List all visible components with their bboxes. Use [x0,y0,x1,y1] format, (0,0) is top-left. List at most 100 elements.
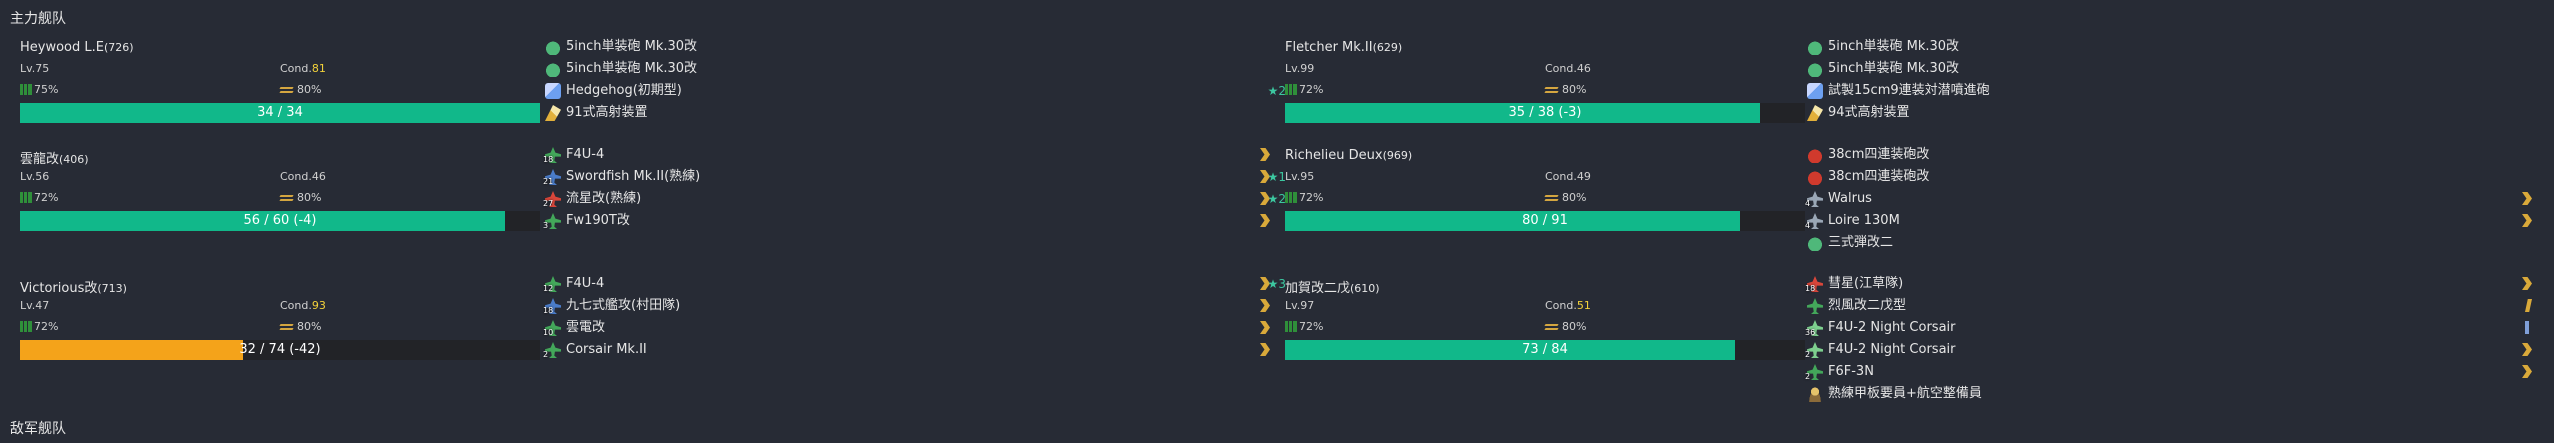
equipment-item[interactable]: 2 F6F-3N [1805,361,2542,383]
proficiency-icon [1260,321,1270,334]
equipment-item[interactable]: 5inch単装砲 Mk.30改 [1807,58,2542,80]
equipment-item[interactable]: 三式弾改二 [1807,232,2542,254]
ship-level: Lv.47 [20,299,50,312]
equipment-name: Hedgehog(初期型) [566,83,682,98]
slot-count: 18 [1805,284,1816,293]
slot-count: 18 [543,155,554,164]
equipment-name: Swordfish Mk.II(熟練) [566,169,701,184]
ammo-status: 80% [280,83,321,96]
equipment-name: 雲電改 [566,320,606,335]
hp-bar: 56 / 60 (-4) [20,211,540,231]
equipment-item[interactable]: 27 流星改(熟練) ★2 [543,188,1286,210]
equipment-item[interactable]: 3 Fw190T改 [543,210,1280,232]
equipment-name: 5inch単装砲 Mk.30改 [566,39,698,54]
ship-name[interactable]: Fletcher Mk.II(629) [1285,40,1402,55]
proficiency-icon [2522,214,2532,227]
equipment-item[interactable]: 4 Walrus [1805,188,2542,210]
equipment-item[interactable]: 38cm四連装砲改 [1807,144,2542,166]
equipment-item[interactable]: 2 F4U-2 Night Corsair [1805,339,2542,361]
equipment-name: 三式弾改二 [1828,235,1894,250]
equipment-item[interactable]: 36 F4U-2 Night Corsair [1805,317,2542,339]
hp-bar: 32 / 74 (-42) [20,340,540,360]
hp-text: 56 / 60 (-4) [243,213,317,228]
gun-icon [545,61,561,77]
ship-level: Lv.56 [20,170,50,183]
proficiency-icon [2522,365,2532,378]
proficiency-icon [2522,192,2532,205]
equipment-name: 試製15cm9連装対潜噴進砲 [1828,83,1990,98]
equipment-item[interactable]: 91式高射装置 [545,102,1280,124]
equipment-name: 38cm四連装砲改 [1828,169,1930,184]
ship-name[interactable]: Victorious改(713) [20,277,127,296]
fuel-status: 72% [1285,191,1323,204]
equipment-item[interactable]: 12 F4U-4 ★3 [543,273,1286,295]
proficiency-icon [2522,277,2532,290]
improvement-star: ★1 [1267,170,1286,184]
equipment-name: F6F-3N [1828,364,1874,379]
ammo-icon [280,322,293,331]
equipment-item[interactable]: Hedgehog(初期型) ★2 [545,80,1286,102]
ship-name[interactable]: Heywood L.E(726) [20,40,134,55]
fuel-status: 72% [20,320,58,333]
ship-name[interactable]: 雲龍改(406) [20,148,89,167]
gun-icon [1807,39,1823,55]
equipment-item[interactable]: 21 Swordfish Mk.II(熟練) ★1 [543,166,1286,188]
fuel-status: 72% [1285,320,1323,333]
equipment-item[interactable]: 烈風改二戊型 [1807,295,2542,317]
ship-condition: Cond.46 [280,170,326,183]
aa-icon [545,105,561,121]
asw-icon [545,83,561,99]
ship-condition: Cond.46 [1545,62,1591,75]
improvement-star: ★3 [1267,277,1286,291]
equipment-name: F4U-4 [566,147,605,162]
fuel-status: 72% [1285,83,1323,96]
hp-bar: 80 / 91 [1285,211,1805,231]
equipment-name: 九七式艦攻(村田隊) [566,298,681,313]
equipment-item[interactable]: 5inch単装砲 Mk.30改 [545,36,1280,58]
gun-icon [1807,235,1823,251]
fuel-icon [20,192,32,203]
equipment-item[interactable]: 5inch単装砲 Mk.30改 [1807,36,2542,58]
ship-id: (969) [1382,149,1413,162]
equipment-item[interactable]: 試製15cm9連装対潜噴進砲 [1807,80,2542,102]
equipment-item[interactable]: 2 Corsair Mk.II [543,339,1280,361]
equipment-item[interactable]: 18 彗星(江草隊) [1805,273,2542,295]
equipment-item[interactable]: 38cm四連装砲改 [1807,166,2542,188]
equipment-name: 彗星(江草隊) [1828,276,1904,291]
ship-name[interactable]: Richelieu Deux(969) [1285,148,1412,163]
fuel-icon [1285,192,1297,203]
proficiency-icon [1260,299,1270,312]
asw-icon [1807,83,1823,99]
equipment-name: 5inch単装砲 Mk.30改 [1828,61,1960,76]
equipment-item[interactable]: 5inch単装砲 Mk.30改 [545,58,1280,80]
ammo-status: 80% [1545,83,1586,96]
proficiency-icon [1260,148,1270,161]
equipment-item[interactable]: 熟練甲板要員+航空整備員 [1807,383,2542,405]
equipment-name: 烈風改二戊型 [1828,298,1907,313]
crew-icon [1807,386,1823,402]
equipment-item[interactable]: 4 Loire 130M [1805,210,2542,232]
equipment-list: 38cm四連装砲改 38cm四連装砲改 4 Walrus 4 Loire 130M 三式弾改… [1805,144,2542,254]
equipment-name: 94式高射装置 [1828,105,1910,120]
ammo-status: 80% [280,191,321,204]
improvement-star: ★2 [1267,192,1286,206]
fuel-icon [20,321,32,332]
slot-count: 12 [543,284,554,293]
ship-id: (610) [1350,282,1380,295]
ammo-icon [1545,193,1558,202]
equipment-name: F4U-2 Night Corsair [1828,342,1956,357]
equipment-name: 5inch単装砲 Mk.30改 [1828,39,1960,54]
equipment-item[interactable]: 10 雲電改 [543,317,1280,339]
equipment-list: 5inch単装砲 Mk.30改 5inch単装砲 Mk.30改試製15cm9連装対… [1807,36,2542,124]
equipment-name: Walrus [1828,191,1872,206]
gun-icon [545,39,561,55]
ship-name[interactable]: 加賀改二戊(610) [1285,277,1380,296]
fuel-icon [1285,84,1297,95]
ammo-icon [1545,322,1558,331]
equipment-item[interactable]: 18 九七式艦攻(村田隊) [543,295,1280,317]
equipment-item[interactable]: 18 F4U-4 [543,144,1280,166]
equipment-item[interactable]: 94式高射装置 [1807,102,2542,124]
equipment-name: Fw190T改 [566,213,630,228]
proficiency-icon [2525,299,2532,312]
hp-text: 35 / 38 (-3) [1508,105,1582,120]
